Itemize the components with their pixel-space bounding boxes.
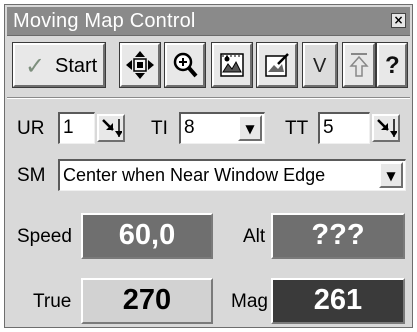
sm-select[interactable]: Center when Near Window Edge	[58, 159, 406, 191]
alt-label: Alt	[243, 226, 266, 247]
start-button-label: Start	[55, 55, 98, 77]
map-view-button[interactable]	[212, 43, 252, 87]
ur-spin-button[interactable]	[97, 114, 125, 142]
mag-label: Mag	[231, 291, 268, 312]
chevron-down-icon: ▼	[386, 169, 396, 183]
help-button[interactable]: ?	[377, 43, 407, 87]
pan-button[interactable]	[120, 43, 160, 87]
spin-arrows-icon	[377, 119, 397, 137]
speed-display: 60,0	[81, 213, 213, 259]
speed-label: Speed	[17, 226, 72, 247]
ti-dropdown-button[interactable]: ▼	[238, 115, 262, 141]
start-button[interactable]: ✓ Start	[13, 43, 105, 87]
ur-input[interactable]: 1	[58, 112, 95, 144]
alt-display: ???	[271, 213, 405, 259]
v-button[interactable]: V	[303, 43, 337, 87]
upload-button[interactable]	[343, 43, 375, 87]
true-heading-display: 270	[81, 278, 213, 324]
map-edit-button[interactable]	[257, 43, 297, 87]
chevron-down-icon: ▼	[245, 122, 255, 136]
tt-input[interactable]: 5	[318, 112, 370, 144]
spin-arrows-icon	[102, 119, 122, 137]
tt-label: TT	[285, 118, 309, 139]
ur-label: UR	[17, 118, 45, 139]
ti-label: TI	[151, 118, 168, 139]
title-bar[interactable]: Moving Map Control ×	[7, 7, 410, 36]
check-icon: ✓	[25, 52, 46, 80]
mag-heading-display: 261	[271, 278, 405, 324]
tt-spin-button[interactable]	[372, 114, 400, 142]
zoom-in-icon	[173, 52, 198, 78]
v-button-label: V	[313, 55, 327, 77]
move-arrows-icon	[126, 51, 154, 79]
window-title: Moving Map Control	[13, 10, 196, 32]
zoom-button[interactable]	[165, 43, 205, 87]
sm-label: SM	[17, 165, 46, 186]
toolbar-separator	[7, 97, 410, 99]
moving-map-control-window: Moving Map Control × ✓ Start V ? UR 1 TI…	[4, 4, 413, 328]
true-label: True	[33, 291, 72, 312]
map-image-icon	[220, 53, 244, 77]
map-edit-icon	[265, 53, 289, 77]
close-button[interactable]: ×	[391, 13, 406, 28]
help-label: ?	[385, 52, 400, 79]
up-arrow-icon	[349, 53, 369, 77]
sm-dropdown-button[interactable]: ▼	[379, 162, 403, 188]
